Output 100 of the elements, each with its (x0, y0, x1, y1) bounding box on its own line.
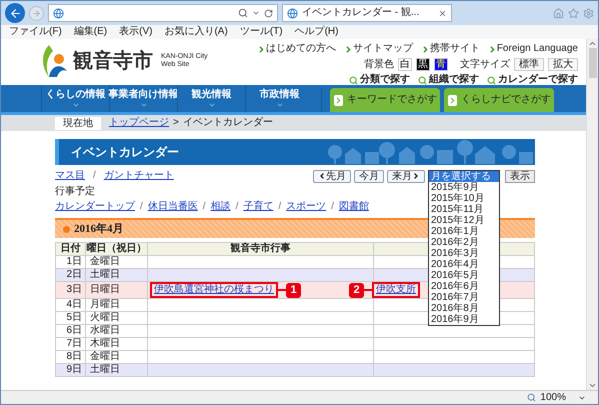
month-option[interactable]: 2015年11月 (429, 204, 499, 214)
text-size-button[interactable]: 標準 (514, 58, 544, 71)
column-header: 日付 (60, 243, 80, 254)
search-link[interactable]: 分類で探す (360, 74, 410, 86)
scroll-down-icon[interactable] (588, 381, 597, 390)
search-icon (487, 76, 496, 84)
month-option[interactable]: 月を選択する (429, 170, 499, 182)
separator: / (93, 170, 96, 182)
search-tab[interactable]: くらしナビでさがす (444, 88, 554, 112)
star-icon[interactable] (568, 8, 579, 18)
chevron-icon (334, 94, 343, 106)
breadcrumb-link[interactable]: トップページ (109, 117, 169, 129)
next-icon (412, 172, 420, 180)
date-cell: 6日 (66, 325, 82, 336)
month-option[interactable]: 2016年7月 (429, 292, 499, 302)
category-link[interactable]: 休日当番医 (148, 201, 198, 213)
date-cell: 7日 (66, 338, 82, 349)
zoom-level[interactable]: 100% (540, 392, 566, 404)
month-option[interactable]: 2016年3月 (429, 248, 499, 258)
menu-item[interactable]: お気に入り(A) (164, 26, 228, 38)
search-tab[interactable]: キーワードでさがす (330, 88, 440, 112)
category-link[interactable]: カレンダートップ (55, 201, 135, 213)
chevron-icon (420, 44, 430, 54)
month-button[interactable]: 先月 (313, 170, 351, 182)
date-cell: 5日 (66, 312, 82, 323)
search-link[interactable]: 組織で探す (429, 74, 479, 86)
column-header: 観音寺市行事 (230, 243, 290, 254)
chevron-icon (256, 44, 266, 54)
header-link[interactable]: はじめての方へ (266, 43, 336, 55)
date-cell: 2日 (66, 269, 82, 280)
background-color-label: 背景色 (364, 58, 394, 70)
browser-icon (53, 8, 64, 18)
scroll-up-icon[interactable] (588, 39, 597, 48)
category-link[interactable]: 図書館 (338, 201, 369, 213)
date-cell: 3日 (66, 284, 82, 295)
separator: / (202, 201, 206, 213)
header-link[interactable]: Foreign Language (496, 43, 578, 55)
close-icon[interactable] (438, 8, 447, 18)
text-size-label: 文字サイズ (460, 58, 510, 70)
separator: / (236, 201, 238, 213)
event-link[interactable]: 伊吹島還宮神社の桜まつり (154, 284, 274, 295)
forward-arrow-icon (32, 8, 41, 18)
nav-item[interactable]: くらしの情報 (41, 85, 109, 112)
back-arrow-icon (8, 6, 22, 20)
browser-tab[interactable]: イベントカレンダー - 観... (282, 4, 452, 22)
weekday-cell: 月曜日 (90, 299, 120, 310)
search-icon (418, 76, 427, 84)
chevron-icon (488, 44, 497, 54)
text-size-button[interactable]: 拡大 (548, 58, 578, 71)
month-option[interactable]: 2016年1月 (429, 226, 499, 236)
section-label: 行事予定 (55, 186, 95, 199)
background-color-button[interactable]: 白 (398, 58, 412, 71)
date-cell: 1日 (66, 256, 82, 267)
weekday-cell: 木曜日 (90, 338, 120, 349)
menu-item[interactable]: ツール(T) (240, 26, 283, 38)
event-link[interactable]: 伊吹支所 (376, 284, 416, 295)
month-button[interactable]: 今月 (354, 170, 384, 182)
month-option[interactable]: 2015年10月 (429, 192, 499, 204)
month-option[interactable]: 2015年12月 (429, 214, 499, 226)
background-color-button[interactable]: 青 (434, 58, 448, 71)
header-link[interactable]: 携帯サイト (430, 43, 480, 55)
browser-icon (287, 8, 298, 18)
refresh-icon[interactable] (264, 8, 273, 18)
separator: / (331, 201, 334, 213)
breadcrumb-current: イベントカレンダー (182, 117, 273, 129)
chevron-icon (448, 94, 457, 106)
scrollbar[interactable] (586, 39, 598, 390)
separator: / (140, 201, 143, 213)
month-option[interactable]: 2016年2月 (429, 236, 499, 248)
caret-icon[interactable] (252, 9, 260, 17)
category-link[interactable]: スポーツ (286, 201, 326, 213)
search-icon[interactable] (238, 8, 248, 18)
header-link[interactable]: サイトマップ (352, 43, 413, 55)
menu-item[interactable]: 編集(E) (74, 26, 108, 38)
logo-title: 観音寺市 (73, 50, 153, 72)
background-color-button[interactable]: 黒 (416, 58, 430, 71)
month-option[interactable]: 2016年6月 (429, 280, 499, 292)
breadcrumb-separator: > (173, 117, 179, 129)
date-cell: 4日 (66, 299, 82, 310)
nav-item[interactable]: 市政情報 (245, 85, 313, 112)
menu-item[interactable]: 表示(V) (119, 26, 152, 38)
category-link[interactable]: 子育て (243, 201, 274, 213)
nav-item[interactable]: 観光情報 (177, 85, 245, 112)
address-field[interactable] (48, 4, 278, 22)
back-button[interactable] (5, 3, 25, 23)
view-link[interactable]: ガントチャート (104, 170, 174, 182)
weekday-cell: 金曜日 (90, 256, 120, 267)
show-button[interactable]: 表示 (505, 170, 535, 182)
callout-badge: 2 (349, 282, 364, 298)
search-link[interactable]: カレンダーで探す (498, 74, 578, 86)
category-link[interactable]: 相談 (210, 201, 231, 213)
month-option[interactable]: 2015年9月 (429, 182, 499, 192)
page-title: イベントカレンダー (71, 146, 179, 158)
menu-item[interactable]: ヘルプ(H) (294, 26, 338, 38)
scrollbar-thumb[interactable] (588, 48, 596, 78)
month-button[interactable]: 来月 (387, 170, 425, 182)
menu-item[interactable]: ファイル(F) (9, 26, 62, 38)
zoom-icon (527, 393, 536, 402)
view-link[interactable]: マス目 (55, 170, 85, 182)
weekday-cell: 日曜日 (90, 284, 120, 295)
